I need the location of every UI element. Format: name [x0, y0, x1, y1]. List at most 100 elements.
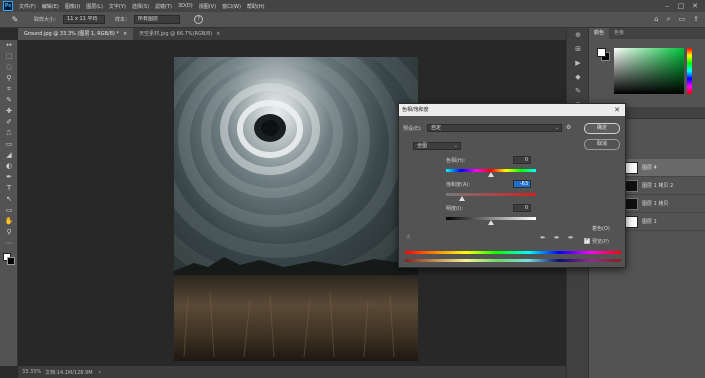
pen-tool-icon[interactable]: ✒ [0, 172, 18, 183]
histogram-icon[interactable]: ⊞ [567, 42, 589, 56]
color-swatches[interactable] [0, 251, 18, 269]
gradient-tool-icon[interactable]: ◢ [0, 150, 18, 161]
minimize-icon[interactable]: – [660, 0, 674, 12]
lightness-input[interactable]: 0 [513, 204, 531, 212]
home-icon[interactable]: ⌂ [654, 15, 658, 24]
close-icon[interactable]: ✕ [614, 104, 620, 116]
color-panel-foreground[interactable] [597, 48, 606, 57]
brush-settings-icon[interactable]: ✎ [567, 84, 589, 98]
zoom-level[interactable]: 33.33% [22, 369, 41, 375]
eyedropper-tool-icon[interactable]: ✎ [0, 95, 18, 106]
sample-size-select[interactable]: 11 x 11 平均 [63, 15, 106, 24]
sample-size-label: 取样大小： [34, 17, 60, 23]
eyedropper-plus-icon[interactable]: ✒ [554, 234, 560, 242]
shape-tool-icon[interactable]: ▭ [0, 205, 18, 216]
stamp-tool-icon[interactable]: ⎍ [0, 128, 18, 139]
dialog-title: 色相/饱和度 [402, 107, 429, 113]
dodge-tool-icon[interactable]: ◐ [0, 161, 18, 172]
cancel-button[interactable]: 取消 [584, 139, 620, 150]
menu-view[interactable]: 视图(V) [199, 3, 216, 10]
layer-mask-thumbnail [625, 198, 638, 210]
layer-thumbnail [625, 216, 638, 228]
tab-color[interactable]: 颜色 [589, 28, 610, 39]
eyedropper-icon[interactable]: ✒ [540, 234, 546, 242]
tab-ground[interactable]: Ground.jpg @ 33.3% (图层 1, RGB/8) * × [18, 28, 134, 40]
layer-thumbnail [625, 162, 638, 174]
lasso-tool-icon[interactable]: ◌ [0, 62, 18, 73]
menu-edit[interactable]: 编辑(E) [42, 3, 59, 10]
tab-swatches[interactable]: 色板 [609, 28, 629, 39]
options-bar: ✎ 取样大小： 11 x 11 平均 样本： 所有图层 ? ⌂ ⌕ ▭ ⇪ [0, 12, 705, 28]
ok-button[interactable]: 确定 [584, 123, 620, 134]
hand-adjust-icon[interactable]: ☝ [406, 233, 410, 241]
eyedropper-icon[interactable]: ✎ [8, 15, 22, 25]
background-color[interactable] [7, 257, 15, 265]
menu-select[interactable]: 选择(S) [132, 3, 149, 10]
preset-select[interactable]: 自定 ⌄ [427, 124, 562, 132]
color-picker-field[interactable] [614, 48, 684, 94]
workspace-icon[interactable]: ▭ [679, 15, 686, 24]
hue-saturation-dialog: 色相/饱和度 ✕ 预设(E): 自定 ⌄ ⚙ 确定 取消 全图 ⌄ 色相(H):… [398, 103, 626, 268]
close-icon[interactable]: × [216, 31, 220, 37]
menu-filter[interactable]: 滤镜(T) [155, 3, 172, 10]
lightness-slider-thumb[interactable] [488, 220, 494, 225]
search-icon[interactable]: ⌕ [667, 15, 671, 24]
navigator-icon[interactable]: ⊕ [567, 28, 589, 42]
type-tool-icon[interactable]: T [0, 183, 18, 194]
menu-window[interactable]: 窗口(W) [222, 3, 241, 10]
window-controls: – □ ✕ [660, 0, 702, 12]
path-select-tool-icon[interactable]: ↖ [0, 194, 18, 205]
brush-tool-icon[interactable]: ✐ [0, 117, 18, 128]
hand-tool-icon[interactable]: ✋ [0, 216, 18, 227]
saturation-slider-thumb[interactable] [459, 196, 465, 201]
layer-mask-thumbnail [625, 180, 638, 192]
dialog-titlebar[interactable]: 色相/饱和度 ✕ [399, 104, 625, 116]
gear-icon[interactable]: ⚙ [566, 124, 571, 131]
preview-label: 预览(P) [592, 239, 609, 245]
sample-select[interactable]: 所有图层 [134, 15, 181, 24]
share-icon[interactable]: ⇪ [693, 15, 699, 24]
menu-file[interactable]: 文件(F) [19, 3, 36, 10]
preview-checkbox[interactable] [584, 237, 590, 244]
color-panel [589, 39, 705, 107]
close-icon[interactable]: × [123, 31, 127, 37]
menu-image[interactable]: 图像(I) [65, 3, 80, 10]
properties-icon[interactable]: ◆ [567, 70, 589, 84]
document-image[interactable] [174, 57, 418, 361]
maximize-icon[interactable]: □ [674, 0, 688, 12]
layer-name: 图层 1 拷贝 [642, 201, 669, 207]
vortex-sky-image [174, 57, 418, 361]
crop-tool-icon[interactable]: ⌗ [0, 84, 18, 95]
hue-slider-thumb[interactable] [488, 172, 494, 177]
menu-help[interactable]: 帮助(H) [247, 3, 265, 10]
close-icon[interactable]: ✕ [688, 0, 702, 12]
tab-sky-label: 天空素材.jpg @ 66.7%(RGB/8) [139, 31, 213, 37]
healing-tool-icon[interactable]: ✚ [0, 106, 18, 117]
channel-select[interactable]: 全图 ⌄ [413, 142, 461, 150]
hue-slider[interactable] [687, 48, 692, 94]
move-tool-icon[interactable]: ↔ [0, 40, 18, 51]
menu-bar: Ps 文件(F) 编辑(E) 图像(I) 图层(L) 文字(Y) 选择(S) 滤… [0, 0, 705, 12]
menu-layer[interactable]: 图层(L) [86, 3, 103, 10]
colorize-label: 着色(O) [592, 226, 610, 232]
saturation-label: 饱和度(A): [446, 182, 471, 188]
chevron-down-icon: ⌄ [453, 143, 458, 149]
document-tabs: Ground.jpg @ 33.3% (图层 1, RGB/8) * × 天空素材… [18, 28, 566, 40]
eraser-tool-icon[interactable]: ▭ [0, 139, 18, 150]
actions-icon[interactable]: ▶ [567, 56, 589, 70]
hue-input[interactable]: 0 [513, 156, 531, 164]
quick-select-tool-icon[interactable]: ⚲ [0, 73, 18, 84]
menu-type[interactable]: 文字(Y) [109, 3, 126, 10]
color-panel-tabs: 颜色 色板 [589, 28, 705, 39]
saturation-input[interactable]: -63 [513, 180, 531, 188]
marquee-tool-icon[interactable]: ⬚ [0, 51, 18, 62]
chevron-right-icon[interactable]: › [99, 369, 101, 376]
eyedropper-minus-icon[interactable]: ✒ [568, 234, 574, 242]
more-tools-icon[interactable]: ⋯ [0, 238, 18, 249]
zoom-tool-icon[interactable]: ⚲ [0, 227, 18, 238]
menu-3d[interactable]: 3D(D) [178, 3, 193, 10]
layer-name: 图层 1 [642, 219, 657, 225]
sample-label: 样本： [115, 17, 131, 23]
help-icon[interactable]: ? [194, 15, 204, 24]
tab-sky[interactable]: 天空素材.jpg @ 66.7%(RGB/8) × [133, 28, 226, 40]
